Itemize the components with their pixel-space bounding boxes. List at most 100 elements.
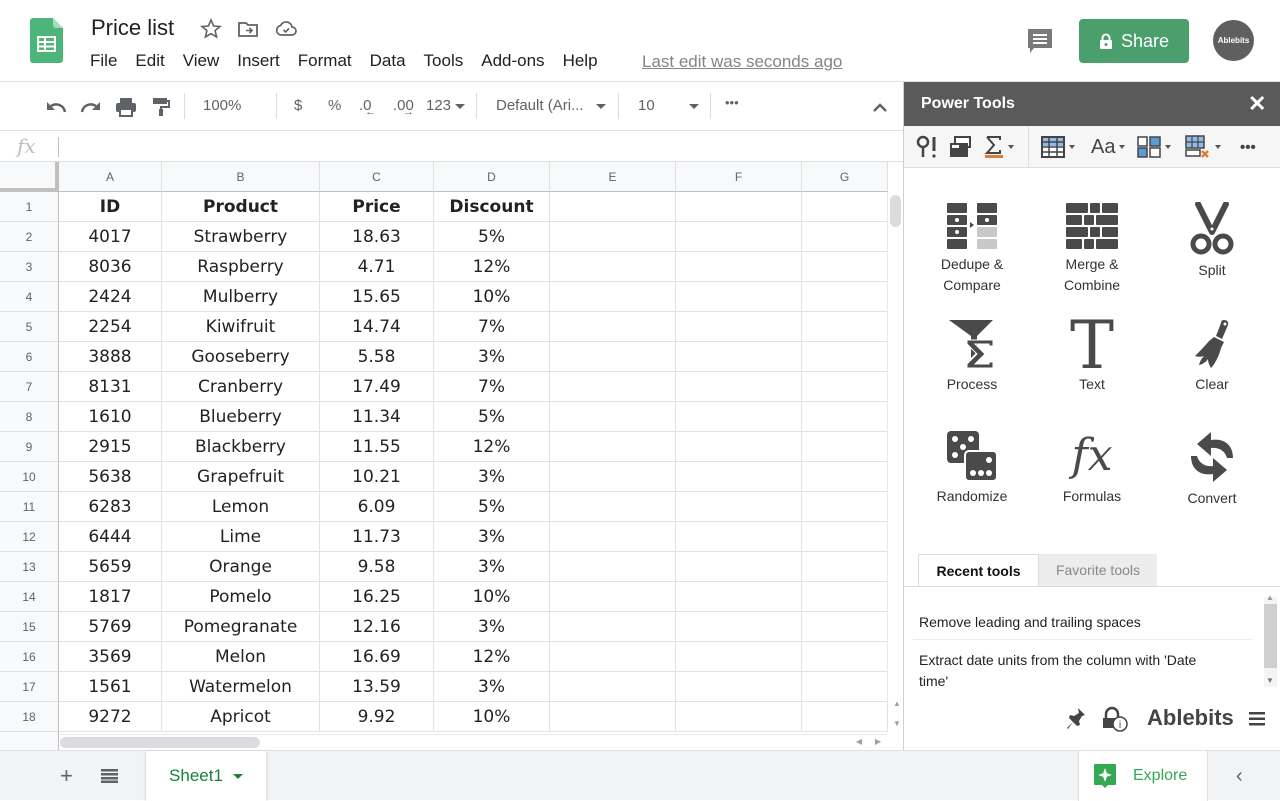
table-cell[interactable] bbox=[550, 342, 676, 372]
row-header[interactable]: 5 bbox=[0, 312, 59, 342]
scroll-up-icon[interactable]: ▲ bbox=[889, 699, 903, 708]
table-cell[interactable] bbox=[550, 252, 676, 282]
recent-item[interactable]: Remove leading and trailing spaces bbox=[919, 612, 1249, 633]
table-cell[interactable]: 3569 bbox=[59, 642, 162, 672]
table-cell[interactable]: 2254 bbox=[59, 312, 162, 342]
table-cell[interactable]: 5769 bbox=[59, 612, 162, 642]
table-cell[interactable] bbox=[676, 672, 802, 702]
table-cell[interactable] bbox=[802, 642, 888, 672]
row-header[interactable]: 7 bbox=[0, 372, 59, 402]
row-header[interactable]: 10 bbox=[0, 462, 59, 492]
table-cell[interactable] bbox=[550, 492, 676, 522]
table-cell[interactable] bbox=[802, 312, 888, 342]
table-cell[interactable]: 1610 bbox=[59, 402, 162, 432]
table-cell[interactable]: Cranberry bbox=[162, 372, 320, 402]
table-cell[interactable]: 8131 bbox=[59, 372, 162, 402]
table-cell[interactable]: 15.65 bbox=[320, 282, 434, 312]
row-header[interactable]: 1 bbox=[0, 192, 59, 222]
menu-data[interactable]: Data bbox=[370, 51, 406, 71]
tool-split[interactable]: Split bbox=[1152, 202, 1272, 281]
more-tools-button[interactable]: ••• bbox=[1240, 135, 1256, 159]
table-cell[interactable]: 3% bbox=[434, 612, 550, 642]
row-header[interactable]: 18 bbox=[0, 702, 59, 732]
table-cell[interactable]: Pomegranate bbox=[162, 612, 320, 642]
remove-tool[interactable] bbox=[1185, 135, 1221, 159]
table-cell[interactable] bbox=[676, 372, 802, 402]
table-cell[interactable]: 6.09 bbox=[320, 492, 434, 522]
table-cell[interactable] bbox=[676, 432, 802, 462]
menu-tools[interactable]: Tools bbox=[424, 51, 464, 71]
table-cell[interactable]: 6444 bbox=[59, 522, 162, 552]
menu-file[interactable]: File bbox=[90, 51, 117, 71]
table-cell[interactable] bbox=[676, 552, 802, 582]
tool-text[interactable]: T Text bbox=[1032, 318, 1152, 395]
row-header[interactable]: 13 bbox=[0, 552, 59, 582]
table-cell[interactable]: 6283 bbox=[59, 492, 162, 522]
menu-help[interactable]: Help bbox=[563, 51, 598, 71]
header-cell[interactable]: Product bbox=[162, 192, 320, 222]
table-cell[interactable]: 5% bbox=[434, 222, 550, 252]
column-header-a[interactable]: A bbox=[59, 162, 162, 192]
row-header[interactable]: 3 bbox=[0, 252, 59, 282]
table-cell[interactable]: 17.49 bbox=[320, 372, 434, 402]
table-cell[interactable] bbox=[802, 582, 888, 612]
row-header[interactable]: 14 bbox=[0, 582, 59, 612]
pin-icon[interactable] bbox=[1066, 707, 1086, 731]
table-cell[interactable]: 5659 bbox=[59, 552, 162, 582]
font-caret-icon[interactable] bbox=[596, 104, 606, 109]
row-header[interactable]: 16 bbox=[0, 642, 59, 672]
table-cell[interactable]: 12.16 bbox=[320, 612, 434, 642]
last-edit-link[interactable]: Last edit was seconds ago bbox=[642, 52, 842, 72]
show-side-panel-chevron-icon[interactable]: ‹ bbox=[1236, 765, 1243, 788]
tool-merge-combine[interactable]: Merge & Combine bbox=[1032, 202, 1152, 296]
all-sheets-list-icon[interactable] bbox=[101, 769, 118, 783]
column-header-e[interactable]: E bbox=[550, 162, 676, 192]
table-cell[interactable] bbox=[802, 672, 888, 702]
table-cell[interactable]: 7% bbox=[434, 312, 550, 342]
table-cell[interactable]: 12% bbox=[434, 432, 550, 462]
table-cell[interactable] bbox=[550, 372, 676, 402]
table-cell[interactable]: Blackberry bbox=[162, 432, 320, 462]
table-cell[interactable] bbox=[802, 552, 888, 582]
account-avatar[interactable]: Ablebits bbox=[1213, 20, 1254, 61]
split-sheet-tool[interactable] bbox=[949, 135, 971, 159]
table-cell[interactable] bbox=[550, 552, 676, 582]
add-sheet-icon[interactable]: + bbox=[60, 763, 73, 789]
tool-formulas[interactable]: fx Formulas bbox=[1032, 430, 1152, 507]
sum-tool[interactable] bbox=[984, 135, 1014, 159]
table-cell[interactable]: 5% bbox=[434, 492, 550, 522]
column-header-b[interactable]: B bbox=[162, 162, 320, 192]
header-cell[interactable]: Price bbox=[320, 192, 434, 222]
table-cell[interactable] bbox=[802, 612, 888, 642]
hamburger-menu-icon[interactable] bbox=[1249, 711, 1265, 727]
tool-clear[interactable]: Clear bbox=[1152, 318, 1272, 395]
table-cell[interactable]: 12% bbox=[434, 252, 550, 282]
table-cell[interactable]: 3% bbox=[434, 522, 550, 552]
table-cell[interactable] bbox=[802, 252, 888, 282]
table-cell[interactable] bbox=[550, 282, 676, 312]
table-cell[interactable]: 9.58 bbox=[320, 552, 434, 582]
table-cell[interactable]: 2424 bbox=[59, 282, 162, 312]
font-size-caret-icon[interactable] bbox=[689, 104, 699, 109]
vertical-scrollbar[interactable] bbox=[887, 192, 903, 702]
table-cell[interactable]: 18.63 bbox=[320, 222, 434, 252]
table-cell[interactable]: 3% bbox=[434, 462, 550, 492]
table-cell[interactable] bbox=[550, 642, 676, 672]
table-cell[interactable]: 3% bbox=[434, 672, 550, 702]
row-header[interactable]: 2 bbox=[0, 222, 59, 252]
sheet-tab-sheet1[interactable]: Sheet1 bbox=[146, 751, 266, 801]
table-cell[interactable]: 3% bbox=[434, 552, 550, 582]
table-cell[interactable]: Grapefruit bbox=[162, 462, 320, 492]
table-cell[interactable] bbox=[676, 312, 802, 342]
column-header-f[interactable]: F bbox=[676, 162, 802, 192]
tool-dedupe-compare[interactable]: Dedupe & Compare bbox=[912, 202, 1032, 296]
header-cell[interactable] bbox=[676, 192, 802, 222]
recent-list-scroll-thumb[interactable] bbox=[1264, 604, 1277, 668]
table-cell[interactable]: 1561 bbox=[59, 672, 162, 702]
table-cell[interactable]: Apricot bbox=[162, 702, 320, 732]
table-cell[interactable] bbox=[550, 672, 676, 702]
header-cell[interactable]: ID bbox=[59, 192, 162, 222]
table-cell[interactable] bbox=[676, 462, 802, 492]
table-cell[interactable] bbox=[802, 222, 888, 252]
explore-button[interactable]: Explore bbox=[1078, 751, 1208, 801]
